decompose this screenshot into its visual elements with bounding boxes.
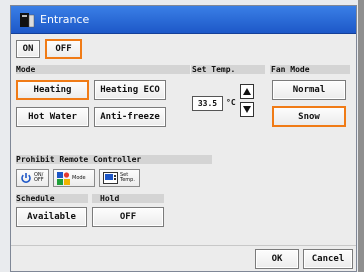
footer-divider bbox=[11, 245, 356, 246]
mode-anti-freeze-button[interactable]: Anti-freeze bbox=[94, 107, 166, 127]
schedule-label: Schedule bbox=[16, 194, 55, 203]
mode-header-bar bbox=[16, 65, 190, 74]
hold-off-button[interactable]: OFF bbox=[92, 207, 164, 227]
prohibit-settemp-button[interactable]: Set Temp. bbox=[99, 169, 140, 187]
temp-down-button[interactable] bbox=[240, 102, 254, 117]
fan-mode-label: Fan Mode bbox=[271, 65, 310, 74]
set-temp-label: Set Temp. bbox=[192, 65, 236, 74]
arrow-up-icon bbox=[243, 88, 251, 95]
mode-hot-water-button[interactable]: Hot Water bbox=[16, 107, 89, 127]
prohibit-mode-text: Mode bbox=[72, 174, 86, 181]
arrow-down-icon bbox=[243, 106, 251, 113]
prohibit-label: Prohibit Remote Controller bbox=[16, 155, 142, 164]
prohibit-onoff-text2: OFF bbox=[34, 177, 44, 183]
title-bar: Entrance bbox=[11, 6, 356, 34]
mode-heating-eco-button[interactable]: Heating ECO bbox=[94, 80, 166, 100]
background-strip bbox=[358, 0, 364, 272]
thermometer-icon bbox=[103, 172, 118, 184]
fan-normal-button[interactable]: Normal bbox=[272, 80, 346, 100]
window-title: Entrance bbox=[40, 13, 90, 26]
ok-button[interactable]: OK bbox=[255, 249, 299, 269]
prohibit-settemp-text2: Temp. bbox=[120, 177, 135, 183]
mode-label: Mode bbox=[16, 65, 36, 74]
on-button[interactable]: ON bbox=[16, 40, 40, 58]
cancel-button[interactable]: Cancel bbox=[303, 249, 353, 269]
fan-snow-button[interactable]: Snow bbox=[272, 106, 346, 127]
off-button[interactable]: OFF bbox=[45, 39, 82, 59]
dialog-window: Entrance ON OFF Mode Heating Heating ECO… bbox=[10, 5, 357, 272]
power-icon bbox=[21, 173, 31, 183]
mode-icon bbox=[57, 171, 70, 185]
mode-heating-button[interactable]: Heating bbox=[16, 80, 89, 100]
prohibit-mode-button[interactable]: Mode bbox=[53, 169, 95, 187]
schedule-available-button[interactable]: Available bbox=[16, 207, 87, 227]
hold-label: Hold bbox=[100, 194, 120, 203]
set-temp-unit: °C bbox=[226, 98, 236, 107]
temp-up-button[interactable] bbox=[240, 84, 254, 99]
unit-icon bbox=[19, 11, 35, 29]
prohibit-onoff-button[interactable]: ON/OFF bbox=[16, 169, 49, 187]
set-temp-value: 33.5 bbox=[192, 96, 223, 111]
